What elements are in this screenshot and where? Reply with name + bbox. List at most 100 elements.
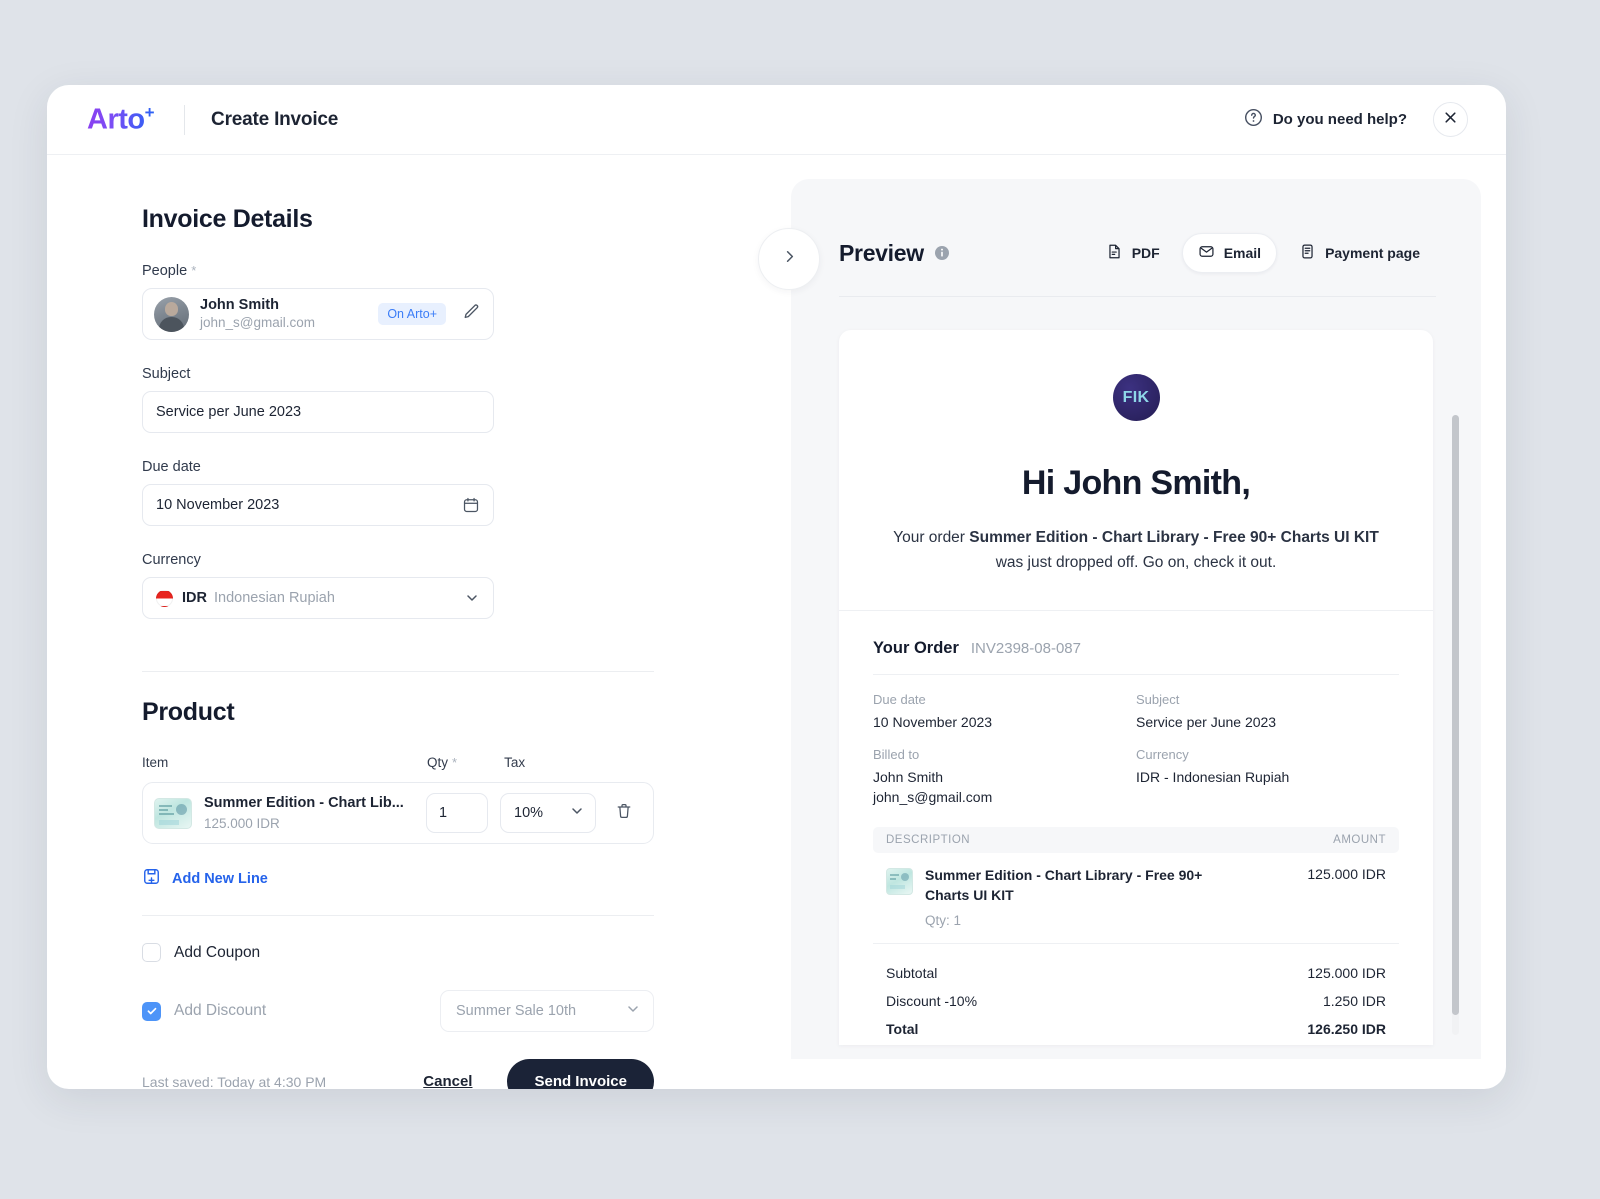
status-badge: On Arto+ (378, 303, 446, 325)
total-row-subtotal: Subtotal 125.000 IDR (886, 959, 1386, 987)
meta-billed-to: Billed to John Smith john_s@gmail.com (873, 747, 1136, 808)
tab-payment-page-label: Payment page (1325, 245, 1420, 261)
product-table-header: Item Qty * Tax (142, 755, 747, 770)
order-title: Your Order (873, 638, 959, 657)
app-window: Arto+ Create Invoice Do you need help? I… (47, 85, 1506, 1089)
discount-value: Summer Sale 10th (456, 1003, 577, 1019)
app-body: Invoice Details People * John Smith john… (47, 155, 1506, 1089)
meta-subject-key: Subject (1136, 691, 1180, 707)
order-header: Your Order INV2398-08-087 (873, 639, 1399, 675)
meta-currency-value: IDR - Indonesian Rupiah (1136, 768, 1290, 785)
items-col-amount: AMOUNT (1333, 834, 1386, 847)
add-coupon-checkbox[interactable] (142, 943, 161, 962)
tab-payment-page[interactable]: Payment page (1283, 233, 1436, 273)
people-label: People * (142, 263, 747, 279)
page-title: Create Invoice (211, 108, 339, 130)
currency-label: Currency (142, 552, 201, 568)
chevron-down-icon (569, 803, 585, 823)
invoice-details-heading: Invoice Details (142, 205, 313, 233)
subject-label: Subject (142, 366, 191, 382)
tax-select[interactable]: 10% (500, 793, 596, 833)
chevron-down-icon (625, 1001, 641, 1021)
total-value-subtotal: 125.000 IDR (1307, 965, 1386, 982)
preview-title: Preview (839, 239, 924, 266)
people-info: John Smith john_s@gmail.com (200, 296, 315, 332)
column-item: Item (142, 755, 169, 770)
people-name: John Smith (200, 297, 279, 313)
preview-scrollbar-thumb[interactable] (1452, 415, 1459, 1015)
total-row-discount: Discount -10% 1.250 IDR (886, 987, 1386, 1015)
currency-code: IDR (182, 590, 207, 606)
header-divider (184, 104, 186, 135)
preview-pane: Preview PDF Email Payment page FIK Hi Jo… (747, 155, 1506, 1089)
meta-due-date-key: Due date (873, 691, 926, 707)
email-preview-card: FIK Hi John Smith, Your order Summer Edi… (839, 330, 1433, 1045)
total-value-total: 126.250 IDR (1307, 1021, 1386, 1038)
product-price: 125.000 IDR (204, 815, 280, 831)
due-date-label: Due date (142, 459, 201, 475)
add-discount-checkbox[interactable] (142, 1001, 161, 1021)
avatar (154, 296, 189, 332)
delete-product-button[interactable] (615, 802, 633, 825)
cancel-button[interactable]: Cancel (423, 1073, 472, 1089)
help-label: Do you need help? (1272, 111, 1407, 128)
total-row-total: Total 126.250 IDR (886, 1015, 1386, 1043)
product-name: Summer Edition - Chart Lib... (204, 794, 404, 811)
invoice-form-pane: Invoice Details People * John Smith john… (47, 155, 747, 1089)
preview-divider (839, 296, 1436, 297)
edit-people-button[interactable] (462, 302, 481, 326)
total-label-total: Total (886, 1021, 919, 1038)
send-invoice-button[interactable]: Send Invoice (507, 1059, 654, 1089)
people-selector[interactable]: John Smith john_s@gmail.com On Arto+ (142, 288, 494, 340)
tab-pdf-label: PDF (1131, 245, 1160, 261)
product-row: Summer Edition - Chart Lib... 125.000 ID… (142, 782, 654, 844)
brand-logo: FIK (1112, 374, 1160, 421)
question-circle-icon (1244, 108, 1263, 131)
total-label-discount: Discount -10% (886, 993, 978, 1010)
app-header: Arto+ Create Invoice Do you need help? (47, 85, 1506, 155)
meta-subject: Subject Service per June 2023 (1136, 692, 1399, 732)
help-button[interactable]: Do you need help? (1244, 108, 1407, 131)
product-info: Summer Edition - Chart Lib... 125.000 ID… (204, 794, 426, 832)
tab-email[interactable]: Email (1181, 233, 1278, 273)
email-body-suffix: was just dropped off. Go on, check it ou… (995, 553, 1277, 571)
total-row-amount-due: Amount due 126.250 IDR (886, 1043, 1386, 1045)
close-button[interactable] (1433, 102, 1468, 137)
header-actions: Do you need help? (1244, 102, 1468, 137)
due-date-input[interactable]: 10 November 2023 (142, 484, 494, 526)
meta-subject-value: Service per June 2023 (1136, 713, 1277, 730)
line-item-amount: 125.000 IDR (1307, 866, 1386, 883)
indonesia-flag-icon (156, 589, 173, 607)
currency-select[interactable]: IDR Indonesian Rupiah (142, 577, 494, 619)
people-email: john_s@gmail.com (200, 315, 316, 331)
preview-header: Preview PDF Email Payment page (791, 179, 1481, 273)
order-section: Your Order INV2398-08-087 Due date 10 No… (839, 609, 1433, 1045)
collapse-preview-button[interactable] (758, 228, 820, 290)
logo-text: Arto (87, 103, 145, 136)
quantity-input[interactable]: 1 (426, 793, 488, 833)
info-icon[interactable] (934, 245, 950, 261)
chevron-down-icon (464, 590, 480, 606)
preview-mode-tabs: PDF Email Payment page (1090, 233, 1436, 273)
arto-logo: Arto+ (87, 104, 154, 135)
subject-input[interactable]: Service per June 2023 (142, 391, 494, 433)
line-item-thumbnail-icon (886, 868, 913, 896)
discount-select[interactable]: Summer Sale 10th (440, 990, 654, 1032)
preview-scrollbar[interactable] (1452, 415, 1459, 1035)
tab-pdf[interactable]: PDF (1090, 233, 1176, 273)
pdf-file-icon (1106, 243, 1123, 263)
column-qty-required: * (452, 755, 458, 770)
quantity-value: 1 (439, 805, 448, 821)
add-new-line-button[interactable]: Add New Line (142, 867, 747, 890)
trash-icon (615, 802, 633, 825)
total-label-subtotal: Subtotal (886, 965, 938, 982)
line-item-body: Summer Edition - Chart Library - Free 90… (925, 866, 1243, 928)
items-col-description: DESCRIPTION (886, 834, 971, 847)
form-divider-2 (142, 915, 654, 916)
column-qty: Qty (427, 755, 449, 770)
column-tax: Tax (504, 755, 526, 770)
order-number: INV2398-08-087 (970, 639, 1081, 657)
tax-value: 10% (514, 805, 544, 821)
people-label-text: People (142, 263, 188, 279)
calendar-icon[interactable] (462, 496, 480, 514)
